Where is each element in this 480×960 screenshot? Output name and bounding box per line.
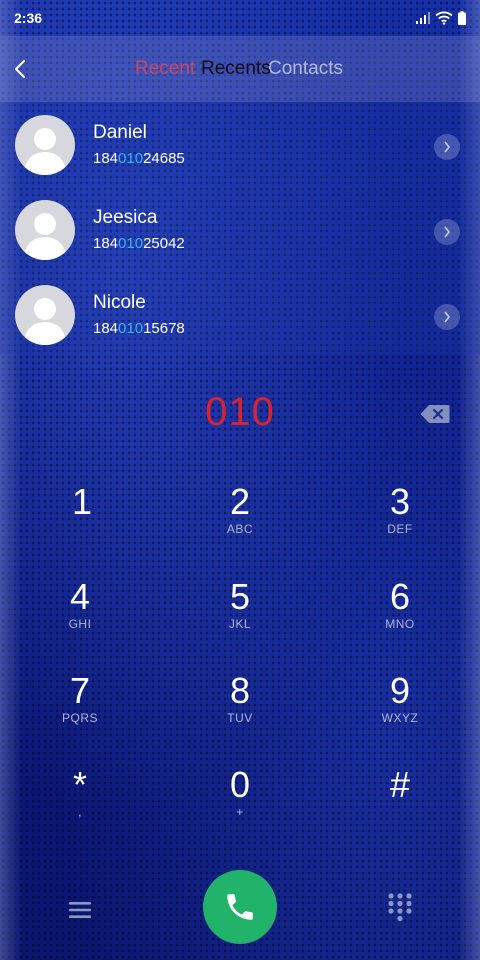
key-digit: 7 [69, 670, 91, 711]
chevron-right-icon [444, 141, 451, 153]
signal-icon [416, 12, 430, 24]
chevron-right-icon [444, 226, 451, 238]
header-tabs: Recent Contacts Recents [0, 58, 480, 82]
key-hash[interactable]: # [340, 753, 460, 843]
avatar [15, 200, 75, 260]
key-5[interactable]: 5 JKL [180, 565, 300, 655]
key-star[interactable]: * , [20, 753, 140, 843]
status-icons [416, 11, 466, 25]
contact-detail-button[interactable] [434, 304, 460, 330]
key-1[interactable]: 1 [22, 470, 142, 560]
person-silhouette-icon [23, 128, 67, 175]
number-suffix: 25042 [143, 235, 185, 252]
contact-detail-button[interactable] [434, 219, 460, 245]
key-7[interactable]: 7 PQRS [20, 659, 140, 749]
chevron-right-icon [444, 311, 451, 323]
tab-contacts[interactable]: Contacts [268, 58, 343, 80]
key-digit: 4 [69, 576, 91, 617]
key-2[interactable]: 2 ABC [180, 470, 300, 560]
contact-number: 18401015678 [93, 320, 185, 337]
key-letters: DEF [387, 522, 413, 536]
key-letters: PQRS [61, 711, 98, 725]
key-6[interactable]: 6 MNO [340, 565, 460, 655]
bottom-action-bar [0, 864, 480, 960]
number-prefix: 184 [93, 150, 119, 167]
contact-name: Daniel [93, 122, 147, 143]
dialed-number-display[interactable]: 010 [0, 390, 480, 435]
person-silhouette-icon [23, 213, 67, 260]
key-digit: 8 [229, 670, 251, 711]
key-letters: WXYZ [381, 711, 419, 725]
status-time: 2:36 [14, 10, 43, 26]
person-silhouette-icon [23, 298, 67, 345]
dialpad-toggle-button[interactable] [386, 892, 414, 924]
key-digit: 5 [229, 576, 251, 617]
key-3[interactable]: 3 DEF [340, 470, 460, 560]
key-digit: # [389, 764, 411, 805]
number-match-highlight: 010 [118, 235, 144, 252]
key-digit: 6 [389, 576, 411, 617]
key-digit: 9 [389, 670, 411, 711]
status-bar: 2:36 [0, 0, 480, 36]
backspace-button[interactable] [420, 404, 450, 424]
contact-suggestions-list: Daniel 18401024685 Jeesica 18401025042 N… [0, 102, 480, 354]
contact-row[interactable]: Daniel 18401024685 [0, 102, 480, 187]
key-letters: TUV [227, 711, 253, 725]
number-match-highlight: 010 [118, 320, 144, 337]
menu-button[interactable] [66, 896, 94, 924]
contact-detail-button[interactable] [434, 134, 460, 160]
contact-number: 18401025042 [93, 235, 185, 252]
tab-recents[interactable]: Recents [201, 58, 271, 80]
key-digit: * [72, 764, 87, 805]
menu-icon [69, 902, 91, 918]
key-letters: MNO [385, 617, 415, 631]
number-suffix: 24685 [143, 150, 185, 167]
key-letters: JKL [228, 617, 252, 631]
phone-icon [227, 894, 253, 920]
contact-row[interactable]: Nicole 18401015678 [0, 272, 480, 357]
call-button[interactable] [203, 870, 277, 944]
avatar [15, 285, 75, 345]
key-digit: 2 [229, 481, 251, 522]
number-prefix: 184 [93, 235, 119, 252]
wifi-icon [435, 11, 453, 25]
contact-row[interactable]: Jeesica 18401025042 [0, 187, 480, 272]
battery-icon [458, 11, 466, 25]
key-9[interactable]: 9 WXYZ [340, 659, 460, 749]
avatar [15, 115, 75, 175]
contact-number: 18401024685 [93, 150, 185, 167]
dial-keypad: 1 2 ABC 3 DEF 4 GHI 5 JKL 6 MNO 7 PQRS 8… [0, 470, 480, 850]
dialpad-icon [388, 893, 412, 922]
contact-name: Jeesica [93, 207, 158, 228]
key-0[interactable]: 0 + [180, 753, 300, 843]
key-letters: GHI [68, 617, 92, 631]
number-prefix: 184 [93, 320, 119, 337]
key-letters: + [236, 805, 244, 819]
number-match-highlight: 010 [118, 150, 144, 167]
key-letters: ABC [226, 522, 254, 536]
key-letters: , [78, 805, 82, 819]
key-digit: 3 [389, 481, 411, 522]
number-suffix: 15678 [143, 320, 185, 337]
header-bar: Recent Contacts Recents [0, 36, 480, 102]
tab-recent[interactable]: Recent [135, 58, 195, 80]
key-4[interactable]: 4 GHI [20, 565, 140, 655]
key-8[interactable]: 8 TUV [180, 659, 300, 749]
backspace-icon [420, 405, 450, 423]
key-digit: 0 [229, 764, 251, 805]
contact-name: Nicole [93, 292, 146, 313]
key-digit: 1 [71, 481, 93, 522]
